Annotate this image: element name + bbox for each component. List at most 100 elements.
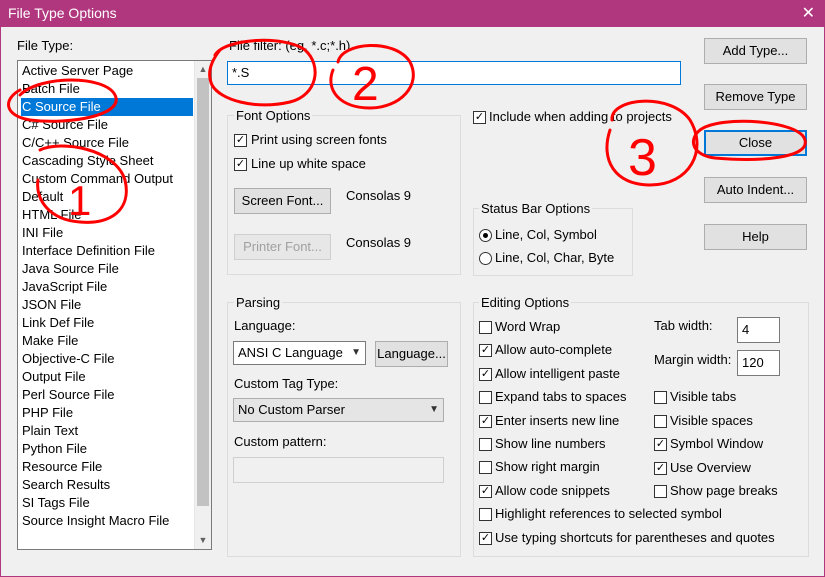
language-button[interactable]: Language...: [375, 341, 448, 367]
allow-intelligent-paste-label[interactable]: Allow intelligent paste: [495, 366, 620, 381]
show-line-numbers-checkbox[interactable]: [479, 438, 492, 451]
file-type-item[interactable]: Interface Definition File: [21, 242, 193, 260]
close-button[interactable]: Close: [704, 130, 807, 156]
show-page-breaks-checkbox[interactable]: [654, 485, 667, 498]
remove-type-button[interactable]: Remove Type: [704, 84, 807, 110]
use-overview-checkbox[interactable]: ✓: [654, 461, 667, 475]
print-screen-fonts-label[interactable]: Print using screen fonts: [251, 132, 387, 147]
line-up-white-space-label[interactable]: Line up white space: [251, 156, 366, 171]
show-page-breaks-label[interactable]: Show page breaks: [670, 483, 778, 498]
file-type-scrollbar[interactable]: ▲ ▼: [194, 61, 211, 549]
file-filter-input[interactable]: *.S: [227, 61, 681, 85]
scroll-up-icon[interactable]: ▲: [195, 61, 211, 77]
file-type-item[interactable]: Default: [21, 188, 193, 206]
symbol-window-label[interactable]: Symbol Window: [670, 436, 763, 451]
visible-tabs-label[interactable]: Visible tabs: [670, 389, 736, 404]
file-type-item[interactable]: Objective-C File: [21, 350, 193, 368]
printer-font-button: Printer Font...: [234, 234, 331, 260]
status-bar-options-group: [473, 208, 633, 276]
file-type-item[interactable]: HTML File: [21, 206, 193, 224]
custom-tag-type-value: No Custom Parser: [238, 402, 345, 417]
print-screen-fonts-checkbox[interactable]: ✓: [234, 134, 247, 147]
file-type-item[interactable]: JSON File: [21, 296, 193, 314]
language-select[interactable]: ANSI C Language ▼: [233, 341, 366, 365]
enter-inserts-new-line-label[interactable]: Enter inserts new line: [495, 413, 619, 428]
show-right-margin-label[interactable]: Show right margin: [495, 459, 600, 474]
visible-spaces-checkbox[interactable]: [654, 414, 667, 428]
symbol-window-checkbox[interactable]: ✓: [654, 438, 667, 451]
file-type-item[interactable]: Plain Text: [21, 422, 193, 440]
file-type-item[interactable]: JavaScript File: [21, 278, 193, 296]
file-type-item[interactable]: PHP File: [21, 404, 193, 422]
file-type-item[interactable]: Java Source File: [21, 260, 193, 278]
window-close-icon[interactable]: ✕: [802, 3, 815, 23]
annotation-number-3: 3: [628, 129, 657, 187]
status-line-col-char-byte-label[interactable]: Line, Col, Char, Byte: [495, 250, 614, 265]
show-line-numbers-label[interactable]: Show line numbers: [495, 436, 606, 451]
file-type-item[interactable]: Output File: [21, 368, 193, 386]
status-line-col-char-byte-radio[interactable]: [479, 252, 492, 265]
margin-width-input[interactable]: 120: [737, 350, 780, 376]
file-type-item[interactable]: Perl Source File: [21, 386, 193, 404]
enter-inserts-new-line-checkbox[interactable]: ✓: [479, 414, 492, 428]
scroll-down-icon[interactable]: ▼: [195, 532, 211, 548]
use-typing-shortcuts-for-parentheses-and-quotes-label[interactable]: Use typing shortcuts for parentheses and…: [495, 530, 775, 545]
scroll-thumb[interactable]: [197, 78, 209, 506]
editing-options-title: Editing Options: [479, 295, 572, 310]
custom-tag-type-select[interactable]: No Custom Parser ▼: [233, 398, 444, 422]
allow-auto-complete-checkbox[interactable]: ✓: [479, 344, 492, 358]
include-when-adding-label[interactable]: Include when adding to projects: [489, 109, 672, 124]
file-type-item[interactable]: Active Server Page: [21, 62, 193, 80]
include-when-adding-checkbox[interactable]: ✓: [473, 111, 486, 124]
visible-spaces-label[interactable]: Visible spaces: [670, 413, 753, 428]
custom-pattern-label: Custom pattern:: [234, 434, 327, 449]
add-type-button[interactable]: Add Type...: [704, 38, 807, 64]
chevron-down-icon: ▼: [429, 404, 439, 415]
word-wrap-label[interactable]: Word Wrap: [495, 319, 560, 334]
screen-font-button[interactable]: Screen Font...: [234, 188, 331, 214]
tab-width-label: Tab width:: [654, 318, 713, 333]
allow-code-snippets-checkbox[interactable]: ✓: [479, 484, 492, 498]
file-type-item[interactable]: C/C++ Source File: [21, 134, 193, 152]
title-bar: File Type Options ✕: [0, 0, 825, 27]
file-type-item[interactable]: Python File: [21, 440, 193, 458]
font-options-title: Font Options: [234, 108, 313, 123]
file-type-item[interactable]: Link Def File: [21, 314, 193, 332]
file-type-item[interactable]: Make File: [21, 332, 193, 350]
file-type-item[interactable]: Search Results: [21, 476, 193, 494]
expand-tabs-to-spaces-label[interactable]: Expand tabs to spaces: [495, 389, 627, 404]
use-overview-label[interactable]: Use Overview: [670, 460, 751, 475]
allow-code-snippets-label[interactable]: Allow code snippets: [495, 483, 610, 498]
word-wrap-checkbox[interactable]: [479, 321, 492, 334]
highlight-references-to-selected-symbol-label[interactable]: Highlight references to selected symbol: [495, 506, 722, 521]
file-type-item[interactable]: INI File: [21, 224, 193, 242]
custom-pattern-input: [233, 457, 444, 483]
expand-tabs-to-spaces-checkbox[interactable]: [479, 391, 492, 405]
file-type-item[interactable]: Resource File: [21, 458, 193, 476]
show-right-margin-checkbox[interactable]: [479, 461, 492, 475]
help-button[interactable]: Help: [704, 224, 807, 250]
file-type-label: File Type:: [17, 38, 74, 53]
file-type-item[interactable]: C Source File: [21, 98, 193, 116]
status-line-col-symbol-radio[interactable]: [479, 229, 492, 242]
visible-tabs-checkbox[interactable]: [654, 391, 667, 404]
auto-indent-button[interactable]: Auto Indent...: [704, 177, 807, 203]
language-value: ANSI C Language: [238, 345, 343, 360]
file-type-item[interactable]: Source Insight Macro File: [21, 512, 193, 530]
window-title: File Type Options: [8, 5, 117, 21]
chevron-down-icon: ▼: [351, 347, 361, 358]
file-type-item[interactable]: Custom Command Output: [21, 170, 193, 188]
status-line-col-symbol-label[interactable]: Line, Col, Symbol: [495, 227, 597, 242]
file-type-item[interactable]: Cascading Style Sheet: [21, 152, 193, 170]
line-up-white-space-checkbox[interactable]: ✓: [234, 158, 247, 171]
allow-auto-complete-label[interactable]: Allow auto-complete: [495, 342, 612, 357]
use-typing-shortcuts-for-parentheses-and-quotes-checkbox[interactable]: ✓: [479, 532, 492, 545]
file-type-item[interactable]: Batch File: [21, 80, 193, 98]
highlight-references-to-selected-symbol-checkbox[interactable]: [479, 508, 492, 521]
file-type-item[interactable]: SI Tags File: [21, 494, 193, 512]
tab-width-input[interactable]: 4: [737, 317, 780, 343]
allow-intelligent-paste-checkbox[interactable]: ✓: [479, 367, 492, 381]
file-filter-label: File filter: (eg. *.c;*.h): [229, 38, 351, 53]
file-type-listbox[interactable]: Source Insight Macro File SI Tags File Sea…: [17, 60, 212, 550]
file-type-item[interactable]: C# Source File: [21, 116, 193, 134]
